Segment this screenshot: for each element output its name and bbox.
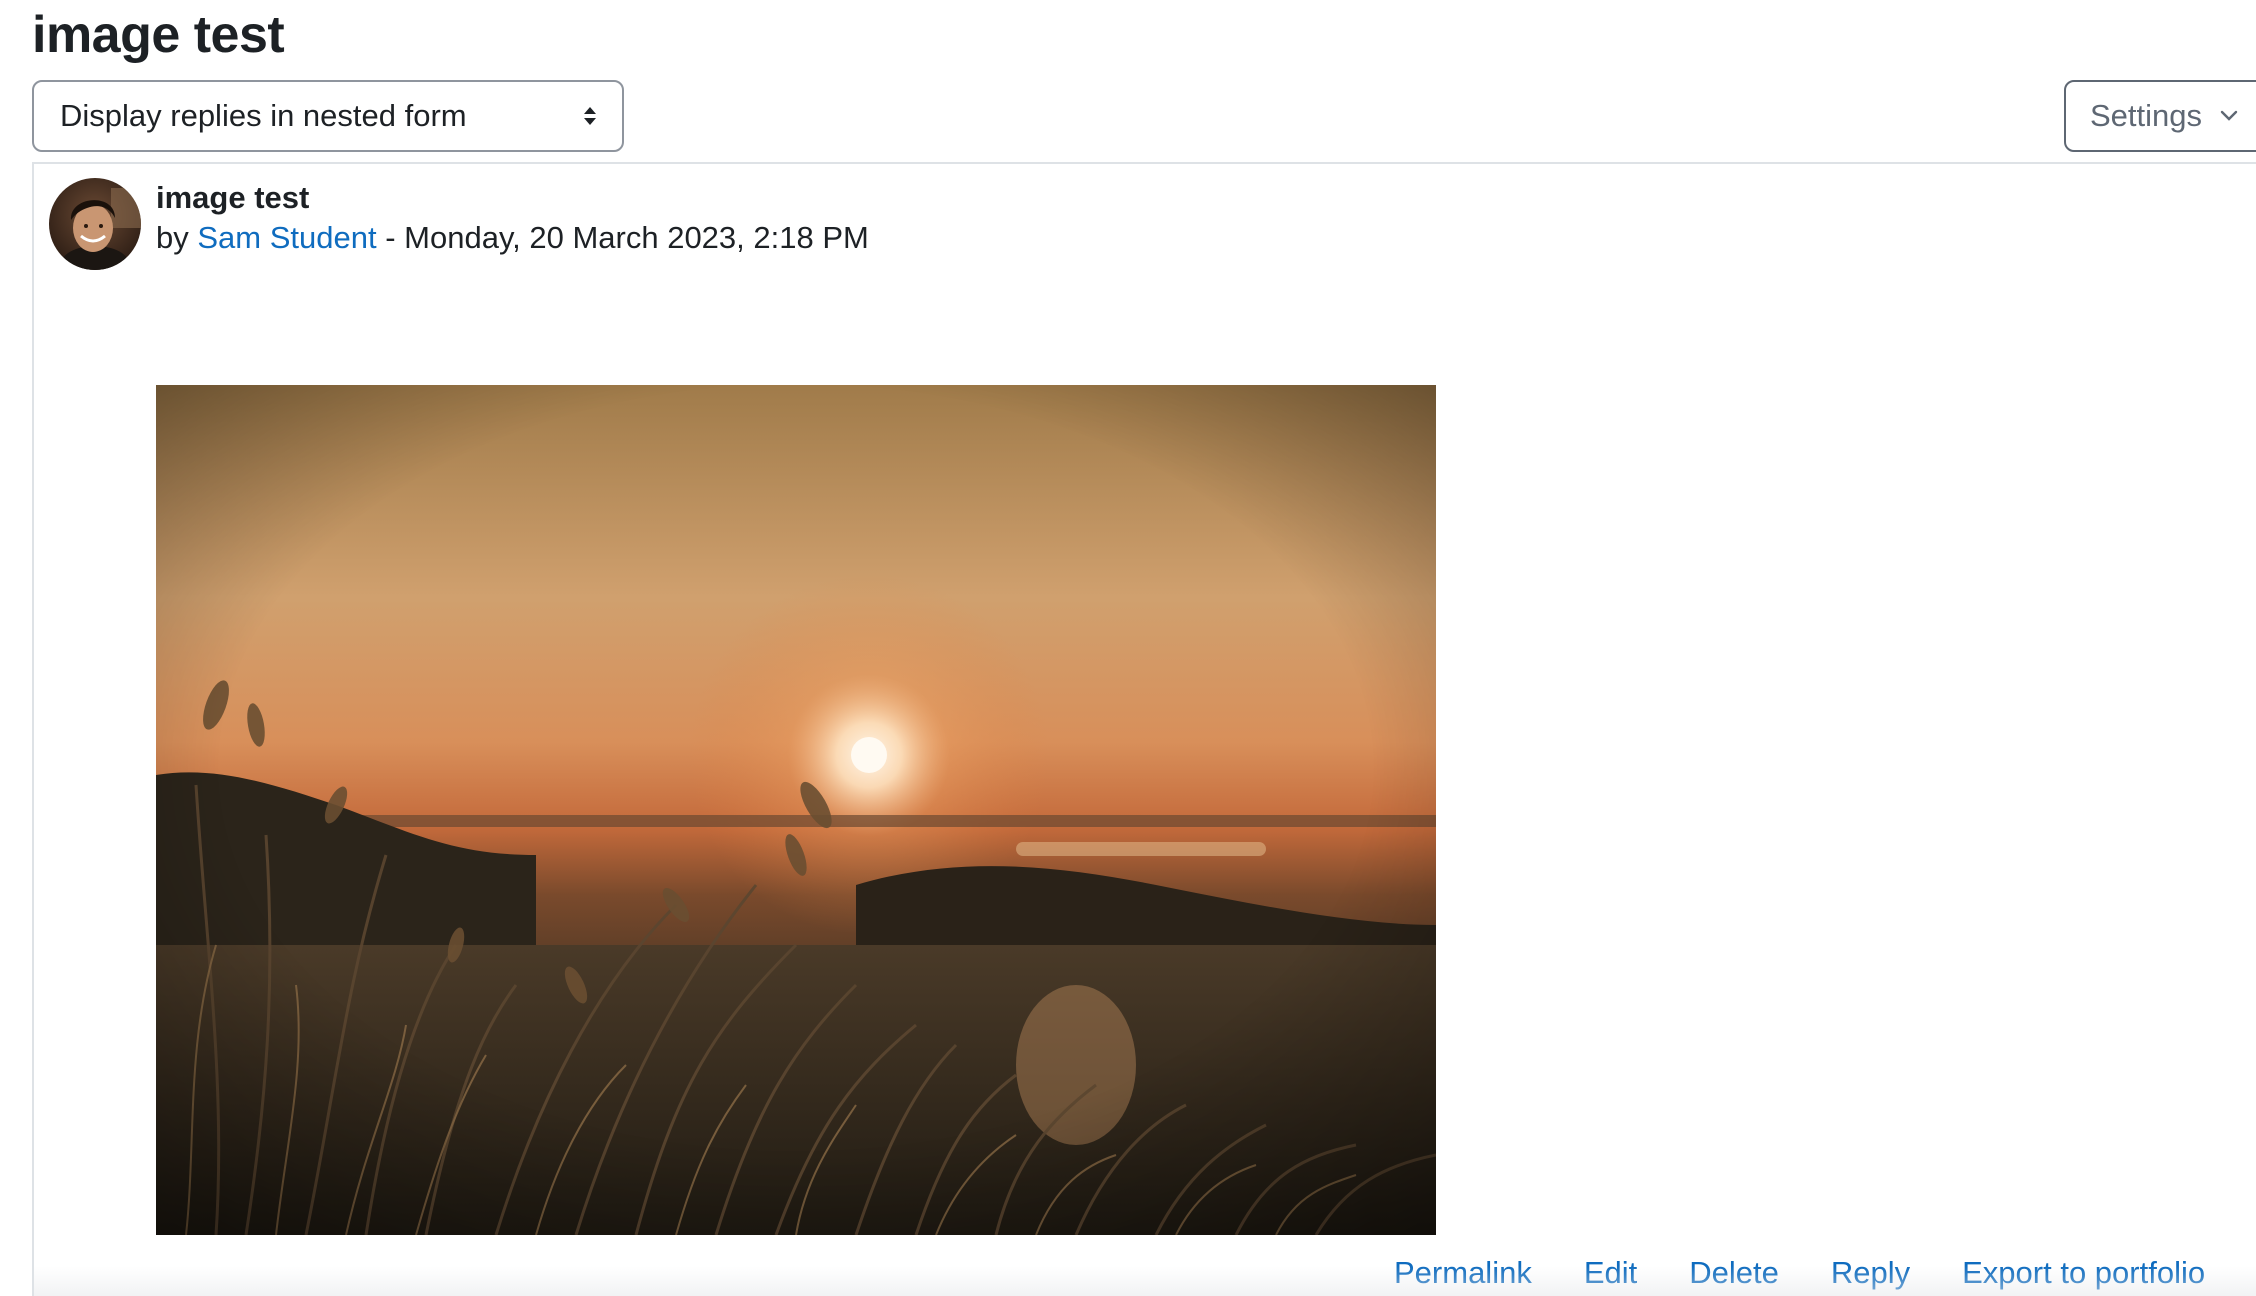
settings-label: Settings — [2090, 98, 2203, 133]
avatar[interactable] — [49, 178, 141, 270]
delete-link[interactable]: Delete — [1689, 1253, 1779, 1293]
reply-link[interactable]: Reply — [1831, 1253, 1910, 1293]
user-avatar-picture — [49, 178, 141, 270]
chevron-down-icon — [2220, 110, 2238, 121]
post-image — [156, 385, 1436, 1235]
export-to-portfolio-link[interactable]: Export to portfolio — [1962, 1253, 2205, 1293]
post-divider — [32, 162, 2256, 164]
page-title: image test — [32, 6, 285, 64]
post-byline: by Sam Student - Monday, 20 March 2023, … — [156, 218, 869, 258]
forum-discussion-page: image test Display replies in nested for… — [0, 0, 2256, 1296]
display-mode-select[interactable]: Display replies in nested form — [32, 80, 624, 152]
byline-prefix: by — [156, 220, 189, 255]
settings-button[interactable]: Settings — [2064, 80, 2256, 152]
permalink-link[interactable]: Permalink — [1394, 1253, 1532, 1293]
select-caret-icon — [584, 107, 596, 125]
post-left-border — [32, 162, 34, 1296]
sunset-photo — [156, 385, 1436, 1235]
edit-link[interactable]: Edit — [1584, 1253, 1637, 1293]
author-link[interactable]: Sam Student — [197, 220, 376, 255]
post-subject: image test — [156, 180, 310, 215]
post-actions: Permalink Edit Delete Reply Export to po… — [1394, 1253, 2205, 1293]
post-date: Monday, 20 March 2023, 2:18 PM — [404, 220, 869, 255]
display-mode-selected-value: Display replies in nested form — [60, 98, 467, 133]
byline-separator: - — [376, 220, 405, 255]
